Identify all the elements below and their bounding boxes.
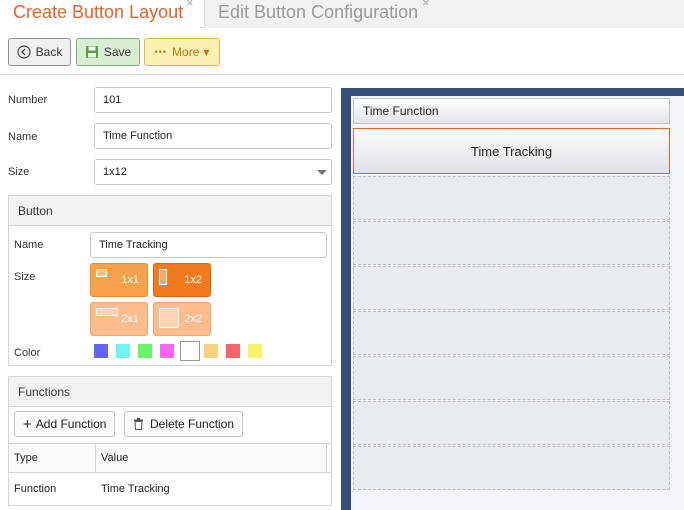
size-1x1-icon	[96, 269, 107, 277]
functions-panel-header: Functions	[9, 377, 331, 407]
color-swatch[interactable]	[226, 344, 240, 358]
tab-edit-button-configuration[interactable]: Edit Button Configuration ×	[204, 0, 684, 28]
back-icon	[17, 45, 31, 59]
tab-edit-close-icon[interactable]: ×	[422, 0, 430, 10]
back-button[interactable]: Back	[8, 38, 71, 66]
row-value: Time Tracking	[101, 483, 170, 495]
preview-title-bar: Time Function	[353, 98, 670, 124]
preview-button-selected[interactable]: Time Tracking	[353, 128, 670, 174]
functions-table-header: Type Value	[9, 443, 331, 473]
preview-empty-slot[interactable]	[353, 356, 670, 400]
color-swatches	[94, 341, 274, 364]
column-divider	[95, 444, 96, 473]
color-swatch[interactable]	[248, 344, 262, 358]
name-label: Name	[8, 131, 38, 143]
preview-empty-slot[interactable]	[353, 446, 670, 490]
size-option-1x1[interactable]: 1x1	[90, 263, 148, 297]
save-button[interactable]: Save	[76, 38, 140, 66]
size-option-2x2[interactable]: 2x2	[153, 302, 211, 336]
column-value[interactable]: Value	[101, 452, 128, 464]
size-value: 1x12	[103, 166, 127, 178]
column-divider	[326, 444, 327, 473]
preview-button-label: Time Tracking	[470, 143, 553, 159]
size-option-1x2[interactable]: 1x2	[153, 263, 211, 297]
table-row[interactable]: Function Time Tracking	[9, 474, 331, 504]
preview-canvas: Time Function Time Tracking	[351, 96, 684, 510]
back-label: Back	[35, 45, 63, 59]
number-field[interactable]: 101	[94, 87, 332, 113]
delete-function-button[interactable]: Delete Function	[124, 411, 244, 437]
add-function-button[interactable]: + Add Function	[14, 411, 116, 437]
preview-empty-slot[interactable]	[353, 221, 670, 265]
color-swatch[interactable]	[204, 344, 218, 358]
button-name-label: Name	[14, 239, 44, 251]
name-field[interactable]: Time Function	[94, 123, 332, 149]
save-label: Save	[103, 45, 132, 59]
number-label: Number	[8, 94, 48, 106]
tab-create-button-layout[interactable]: Create Button Layout ×	[0, 0, 200, 28]
tab-create-close-icon[interactable]: ×	[186, 0, 194, 10]
size-option-2x1[interactable]: 2x1	[90, 302, 148, 336]
size-select[interactable]: 1x12	[94, 159, 332, 185]
column-type[interactable]: Type	[14, 452, 38, 464]
more-label: More	[172, 45, 200, 59]
preview-empty-slot[interactable]	[353, 176, 670, 220]
plus-icon: +	[23, 415, 32, 433]
preview-empty-slot[interactable]	[353, 311, 670, 355]
row-type: Function	[14, 483, 57, 495]
button-panel: Button Name Time Tracking Size 1x1 1x2 2…	[8, 195, 332, 366]
color-swatch[interactable]	[160, 344, 174, 358]
form-area: Number 101 Name Time Function Size 1x12 …	[0, 76, 338, 510]
floppy-disk-icon	[85, 45, 99, 59]
chevron-down-icon: ▾	[203, 45, 210, 59]
add-function-label: Add Function	[35, 417, 107, 431]
more-button[interactable]: ••• More ▾	[144, 38, 220, 66]
preview-empty-slot[interactable]	[353, 266, 670, 310]
color-swatch[interactable]	[116, 344, 130, 358]
preview-empty-slot[interactable]	[353, 401, 670, 445]
number-value: 101	[103, 94, 122, 106]
toolbar: Back Save ••• More ▾	[0, 29, 684, 75]
color-swatch[interactable]	[94, 344, 108, 358]
size-2x2-label: 2x2	[184, 313, 202, 325]
tab-bar: Create Button Layout × Edit Button Confi…	[0, 0, 684, 28]
color-swatch[interactable]	[180, 341, 200, 361]
size-2x1-icon	[96, 308, 118, 316]
button-panel-header: Button	[9, 196, 331, 226]
name-value: Time Function	[103, 130, 173, 142]
trash-icon	[133, 418, 144, 430]
color-label: Color	[14, 347, 41, 359]
size-1x2-label: 1x2	[184, 274, 202, 286]
tab-create-label: Create Button Layout	[13, 2, 184, 22]
size-label: Size	[8, 166, 30, 178]
chevron-down-icon	[317, 170, 327, 175]
size-2x2-icon	[159, 308, 179, 328]
tab-edit-label: Edit Button Configuration	[218, 2, 419, 22]
color-swatch[interactable]	[138, 344, 152, 358]
preview-title: Time Function	[363, 104, 439, 118]
delete-function-label: Delete Function	[150, 417, 235, 431]
button-name-field[interactable]: Time Tracking	[90, 232, 327, 258]
functions-panel: Functions + Add Function Delete Function…	[8, 376, 332, 506]
size-1x1-label: 1x1	[121, 274, 139, 286]
size-2x1-label: 2x1	[121, 313, 139, 325]
layout-preview: Time Function Time Tracking	[341, 88, 684, 510]
size-1x2-icon	[159, 269, 167, 285]
more-dots-icon: •••	[154, 47, 168, 57]
button-name-value: Time Tracking	[99, 239, 168, 251]
button-size-label: Size	[14, 271, 36, 283]
